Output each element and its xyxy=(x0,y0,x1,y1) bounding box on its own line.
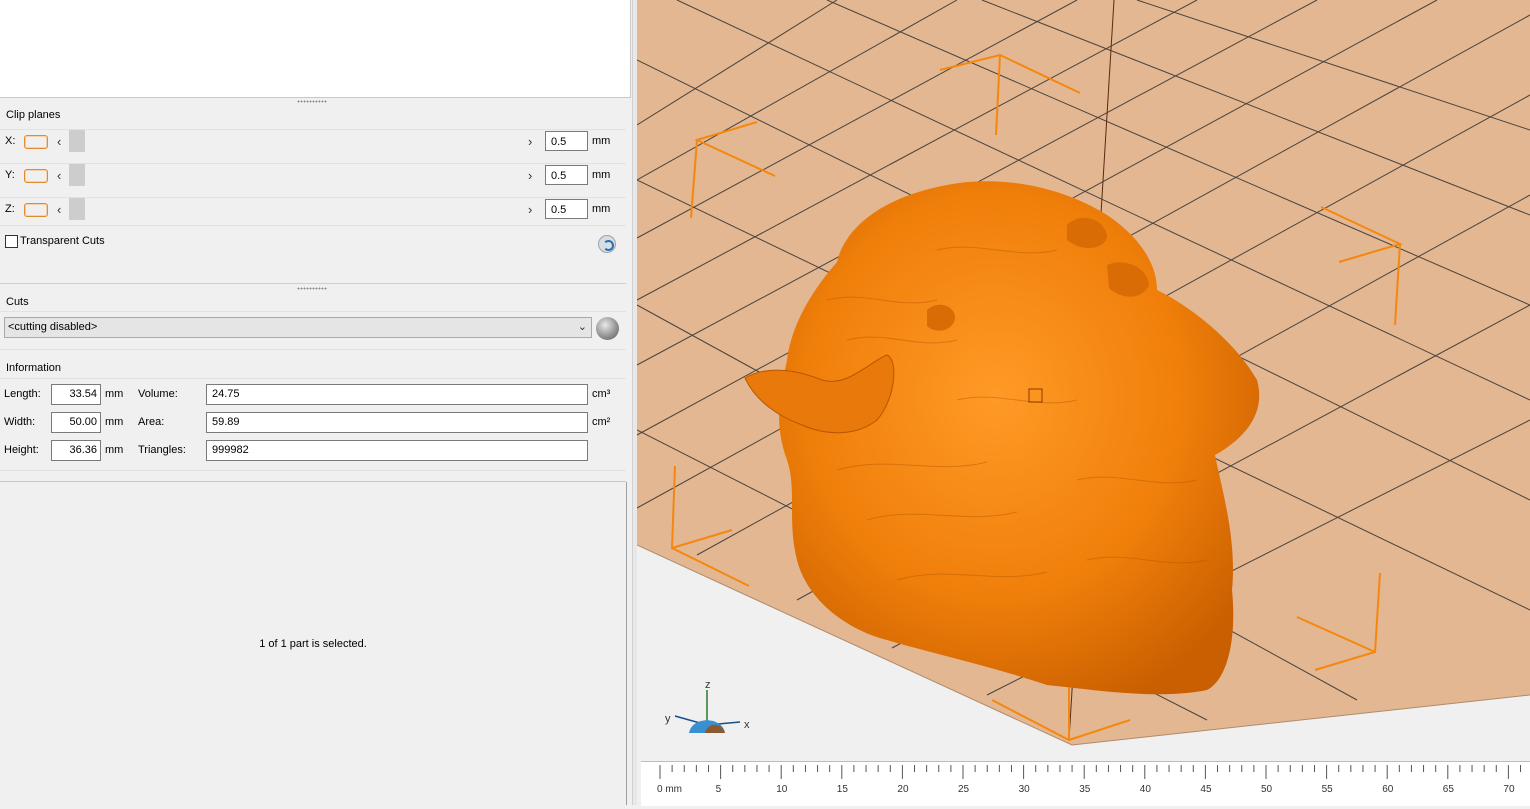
divider xyxy=(0,349,626,350)
clip-x-label: X: xyxy=(5,135,16,147)
ruler-label: 5 xyxy=(715,784,722,795)
clip-y-slider-thumb[interactable] xyxy=(69,164,85,186)
clip-y-unit: mm xyxy=(592,169,611,181)
length-value: 33.54 xyxy=(51,384,101,405)
clip-z-unit: mm xyxy=(592,203,611,215)
parts-list-area[interactable] xyxy=(0,0,631,98)
clip-x-left-arrow[interactable]: ‹ xyxy=(57,135,61,148)
triangles-value: 999982 xyxy=(206,440,588,461)
height-label: Height: xyxy=(4,444,39,456)
divider xyxy=(0,481,626,482)
ruler-label: 45 xyxy=(1200,784,1212,795)
height-value: 36.36 xyxy=(51,440,101,461)
divider xyxy=(0,283,626,284)
volume-unit: cm³ xyxy=(592,388,611,400)
selection-status: 1 of 1 part is selected. xyxy=(259,638,367,650)
length-unit: mm xyxy=(105,388,124,400)
gizmo-x-label: x xyxy=(744,719,750,731)
left-panel: Clip planes X: ‹ › 0.5 mm Y: ‹ › 0.5 mm … xyxy=(0,0,632,805)
ruler-label: 35 xyxy=(1079,784,1091,795)
cuts-dropdown-value: <cutting disabled> xyxy=(8,321,98,333)
splitter-grip-middle[interactable] xyxy=(297,287,327,290)
gizmo-y-label: y xyxy=(665,713,671,725)
length-label: Length: xyxy=(4,388,41,400)
clip-y-label: Y: xyxy=(5,169,15,181)
divider xyxy=(0,225,626,226)
ruler-label: 0 mm xyxy=(657,784,682,795)
volume-label: Volume: xyxy=(138,388,178,400)
triangles-label: Triangles: xyxy=(138,444,186,456)
cuts-title: Cuts xyxy=(6,296,29,308)
clip-z-slider-thumb[interactable] xyxy=(69,198,85,220)
width-value: 50.00 xyxy=(51,412,101,433)
clip-y-input[interactable]: 0.5 xyxy=(545,165,588,185)
volume-value: 24.75 xyxy=(206,384,588,405)
divider xyxy=(0,163,626,164)
3d-viewport[interactable]: z x y xyxy=(637,0,1530,805)
clip-z-toggle[interactable] xyxy=(24,203,48,217)
width-label: Width: xyxy=(4,416,36,428)
divider xyxy=(0,129,626,130)
clip-x-toggle[interactable] xyxy=(24,135,48,149)
ruler-label: 60 xyxy=(1382,784,1394,795)
gizmo-z-label: z xyxy=(705,679,711,691)
clip-planes-title: Clip planes xyxy=(6,109,61,121)
clip-y-left-arrow[interactable]: ‹ xyxy=(57,169,61,182)
clip-x-slider-thumb[interactable] xyxy=(69,130,85,152)
clip-z-label: Z: xyxy=(5,203,15,215)
ruler-label: 30 xyxy=(1018,784,1030,795)
panel-border xyxy=(626,482,627,805)
divider xyxy=(0,378,626,379)
ruler-label: 55 xyxy=(1321,784,1333,795)
splitter-grip-top[interactable] xyxy=(297,100,327,103)
clip-x-right-arrow[interactable]: › xyxy=(528,135,532,148)
transparent-cuts-label: Transparent Cuts xyxy=(20,235,105,247)
divider xyxy=(0,197,626,198)
clip-y-right-arrow[interactable]: › xyxy=(528,169,532,182)
axis-gizmo[interactable]: z x y xyxy=(665,679,750,733)
clip-x-unit: mm xyxy=(592,135,611,147)
cut-sphere-icon[interactable] xyxy=(596,317,619,340)
area-unit: cm² xyxy=(592,416,611,428)
divider xyxy=(0,311,626,312)
cuts-dropdown[interactable]: <cutting disabled> ⌄ xyxy=(4,317,592,338)
area-value: 59.89 xyxy=(206,412,588,433)
area-label: Area: xyxy=(138,416,165,428)
reset-clip-icon[interactable] xyxy=(598,235,616,253)
ruler-label: 15 xyxy=(836,784,848,795)
information-title: Information xyxy=(6,362,62,374)
ruler-label: 25 xyxy=(958,784,970,795)
clip-z-input[interactable]: 0.5 xyxy=(545,199,588,219)
clip-y-toggle[interactable] xyxy=(24,169,48,183)
divider xyxy=(0,470,626,471)
clip-z-left-arrow[interactable]: ‹ xyxy=(57,203,61,216)
transparent-cuts-checkbox[interactable] xyxy=(5,235,18,248)
height-unit: mm xyxy=(105,444,124,456)
clip-z-right-arrow[interactable]: › xyxy=(528,203,532,216)
clip-x-input[interactable]: 0.5 xyxy=(545,131,588,151)
ruler-label: 20 xyxy=(897,784,909,795)
ruler-label: 70 xyxy=(1503,784,1515,795)
ruler-label: 65 xyxy=(1442,784,1454,795)
ruler-label: 50 xyxy=(1261,784,1273,795)
chevron-down-icon: ⌄ xyxy=(577,321,587,333)
scene-svg: z x y xyxy=(637,0,1530,746)
width-unit: mm xyxy=(105,416,124,428)
ruler-label: 10 xyxy=(776,784,788,795)
ruler-label: 40 xyxy=(1139,784,1151,795)
